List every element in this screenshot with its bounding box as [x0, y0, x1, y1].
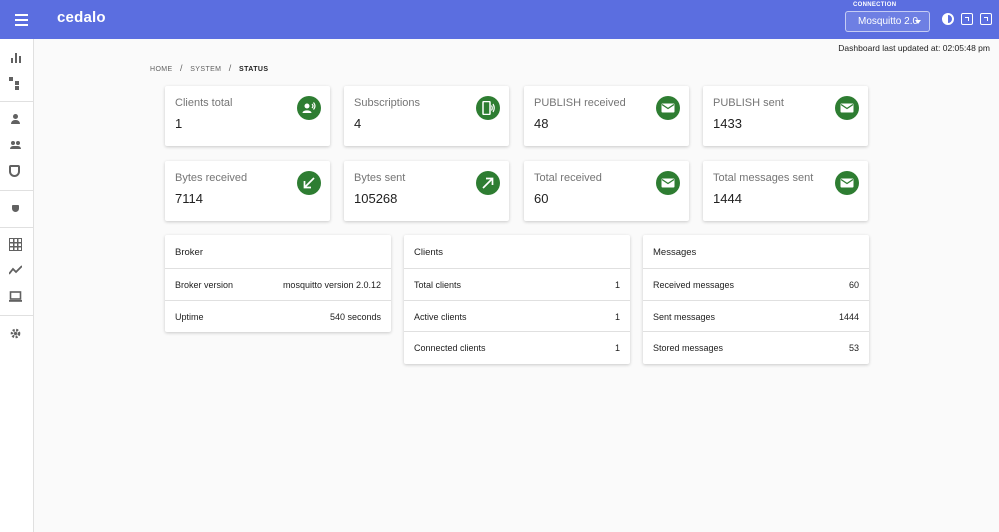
table-row: Stored messages 53 — [643, 332, 869, 364]
table-row: Received messages 60 — [643, 269, 869, 301]
messages-card: Messages Received messages 60 Sent messa… — [643, 235, 869, 364]
caret-down-icon — [915, 20, 921, 24]
connection-select[interactable]: Mosquitto 2.0 — [845, 11, 930, 32]
breadcrumb-system[interactable]: SYSTEM — [190, 66, 221, 73]
stat-label: Subscriptions — [354, 97, 421, 109]
stat-label: PUBLISH sent — [713, 97, 784, 109]
stat-label: Bytes received — [175, 172, 248, 184]
mail-icon — [656, 171, 680, 195]
row-key: Total clients — [414, 280, 462, 290]
mail-icon — [835, 171, 859, 195]
stat-card-bytes-received: Bytes received 7114 — [165, 161, 330, 221]
app-bar: cedalo CONNECTION Mosquitto 2.0 — [0, 0, 999, 39]
stat-value: 7114 — [175, 191, 203, 206]
sidebar-item-topic-tree[interactable] — [9, 77, 22, 90]
person-voice-icon — [297, 96, 321, 120]
row-value: 1 — [614, 343, 620, 353]
row-key: Active clients — [414, 311, 467, 322]
clients-card: Clients Total clients 1 Active clients 1… — [404, 235, 630, 364]
sidebar-item-devices[interactable] — [9, 290, 22, 303]
row-value: 540 seconds — [329, 311, 381, 322]
table-row: Sent messages 1444 — [643, 301, 869, 332]
row-key: Stored messages — [653, 343, 724, 353]
sidebar — [0, 39, 34, 532]
table-row: Active clients 1 — [404, 301, 630, 332]
menu-icon[interactable] — [11, 10, 31, 30]
stat-value: 1444 — [713, 191, 742, 206]
table-row: Total clients 1 — [404, 269, 630, 301]
stat-value: 1 — [175, 116, 183, 131]
stat-label: PUBLISH received — [534, 97, 626, 109]
breadcrumb-home[interactable]: HOME — [150, 66, 173, 73]
stat-value: 1433 — [713, 116, 742, 131]
app-logo: cedalo — [57, 9, 106, 26]
breadcrumb-current: STATUS — [239, 66, 269, 73]
stat-value: 4 — [354, 116, 362, 131]
stat-value: 48 — [534, 116, 549, 131]
sidebar-item-clients[interactable] — [9, 139, 22, 152]
stat-label: Clients total — [175, 97, 233, 109]
table-row: Connected clients 1 — [404, 332, 630, 364]
stat-card-publish-received: PUBLISH received 48 — [524, 86, 689, 146]
theme-toggle-icon[interactable] — [942, 13, 954, 25]
stat-card-bytes-sent: Bytes sent 105268 — [344, 161, 509, 221]
row-key: Received messages — [653, 280, 735, 290]
stat-value: 60 — [534, 191, 549, 206]
sidebar-item-cluster[interactable] — [9, 238, 22, 251]
row-value: 53 — [848, 343, 859, 353]
sidebar-item-plugins[interactable] — [12, 205, 19, 212]
stat-label: Total received — [534, 172, 602, 184]
broker-card: Broker Broker version mosquitto version … — [165, 235, 391, 332]
table-row: Broker version mosquitto version 2.0.12 — [165, 269, 391, 301]
stat-card-clients-total: Clients total 1 — [165, 86, 330, 146]
mail-icon — [835, 96, 859, 120]
phonelink-ring-icon — [476, 96, 500, 120]
row-key: Sent messages — [653, 311, 716, 322]
logout-icon[interactable] — [980, 13, 992, 25]
arrow-down-left-icon — [297, 171, 321, 195]
broker-card-title: Broker — [165, 235, 391, 269]
stat-card-total-received: Total received 60 — [524, 161, 689, 221]
arrow-up-right-icon — [476, 171, 500, 195]
stat-label: Bytes sent — [354, 172, 406, 184]
stat-card-subscriptions: Subscriptions 4 — [344, 86, 509, 146]
row-key: Uptime — [175, 311, 204, 322]
sidebar-item-settings[interactable] — [9, 327, 22, 340]
sidebar-item-security[interactable] — [9, 165, 20, 177]
row-key: Connected clients — [414, 343, 486, 353]
stat-card-total-messages-sent: Total messages sent 1444 — [703, 161, 868, 221]
row-value: 60 — [848, 280, 859, 290]
breadcrumb-separator: / — [179, 63, 183, 73]
connection-select-value: Mosquitto 2.0 — [858, 16, 919, 27]
sidebar-item-status[interactable] — [9, 51, 22, 64]
stat-card-publish-sent: PUBLISH sent 1433 — [703, 86, 868, 146]
open-external-icon[interactable] — [961, 13, 973, 25]
last-updated-text: Dashboard last updated at: 02:05:48 pm — [838, 43, 990, 53]
row-key: Broker version — [175, 280, 234, 290]
clients-card-title: Clients — [404, 235, 630, 269]
sidebar-item-user[interactable] — [9, 113, 22, 126]
row-value: mosquitto version 2.0.12 — [282, 280, 381, 290]
breadcrumb-separator: / — [228, 63, 232, 73]
mail-icon — [656, 96, 680, 120]
row-value: 1444 — [838, 311, 859, 322]
stat-label: Total messages sent — [713, 172, 814, 184]
stat-value: 105268 — [354, 191, 398, 206]
messages-card-title: Messages — [643, 235, 869, 269]
breadcrumb: HOME / SYSTEM / STATUS — [150, 63, 268, 73]
table-row: Uptime 540 seconds — [165, 301, 391, 333]
row-value: 1 — [614, 280, 620, 290]
connection-label: CONNECTION — [853, 2, 897, 8]
sidebar-item-streams[interactable] — [9, 264, 22, 277]
row-value: 1 — [614, 311, 620, 322]
